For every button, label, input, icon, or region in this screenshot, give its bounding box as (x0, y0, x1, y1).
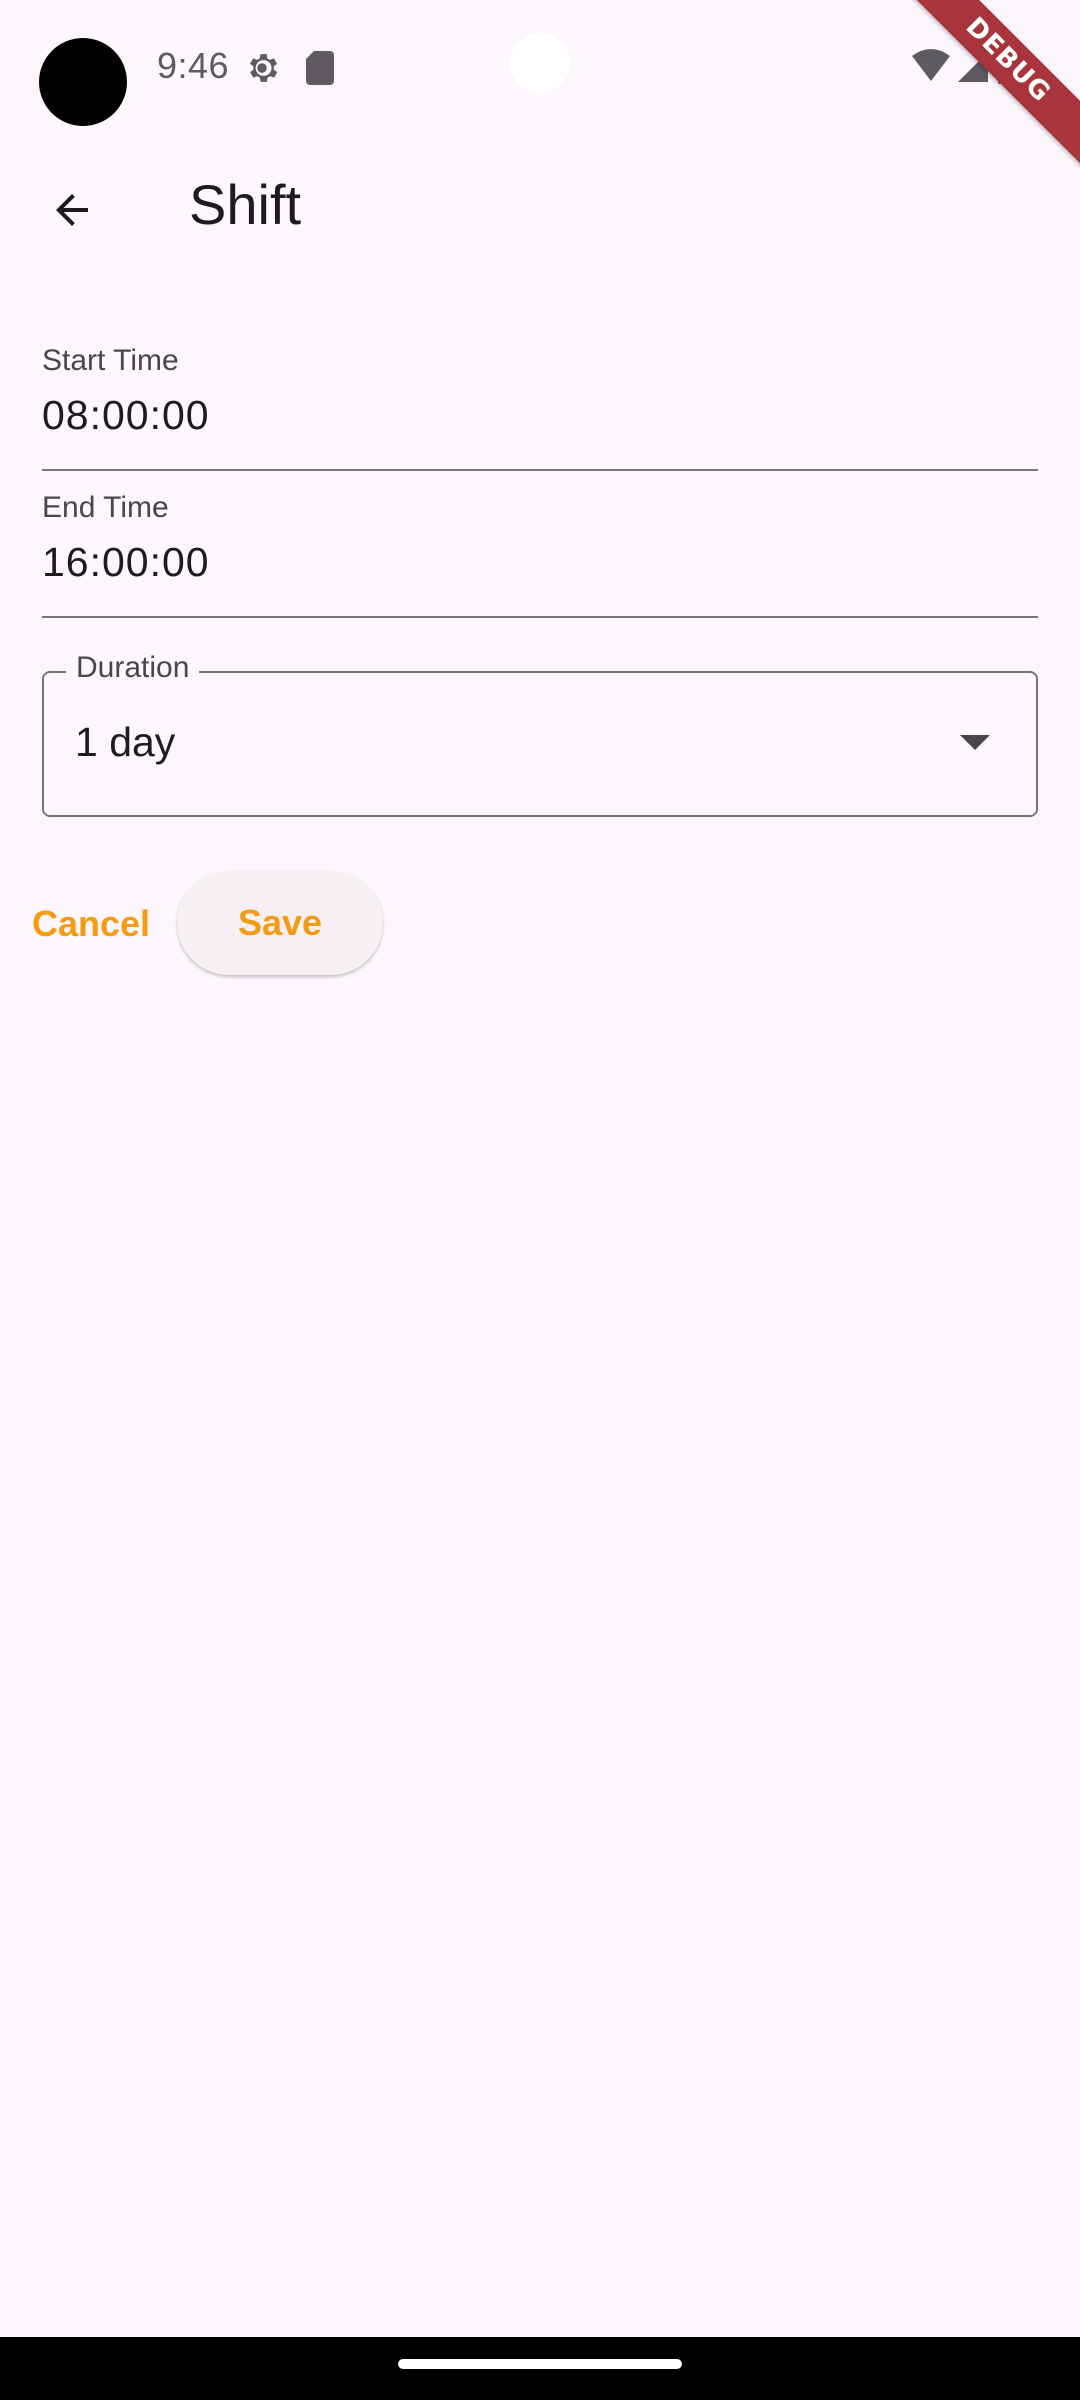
app-bar: Shift (0, 135, 1080, 285)
wifi-icon (912, 49, 950, 81)
duration-label: Duration (66, 651, 200, 685)
end-time-value[interactable]: 16:00:00 (42, 539, 210, 586)
sd-card-icon (306, 51, 334, 85)
front-camera (510, 33, 570, 93)
arrow-back-icon (56, 194, 88, 226)
cancel-button[interactable]: Cancel (14, 872, 168, 976)
dropdown-arrow-icon (960, 735, 990, 750)
home-indicator[interactable] (398, 2359, 682, 2369)
camera-cutout (39, 38, 127, 126)
back-button[interactable] (30, 168, 114, 252)
start-time-label: Start Time (42, 344, 179, 377)
navigation-bar (0, 2337, 1080, 2400)
duration-selected-value: 1 day (75, 719, 176, 765)
duration-dropdown[interactable]: Duration 1 day (42, 651, 1038, 817)
status-time: 9:46 (157, 45, 230, 86)
end-time-field[interactable]: End Time 16:00:00 (42, 487, 1038, 621)
start-time-field[interactable]: Start Time 08:00:00 (42, 340, 1038, 474)
status-bar: 9:46 (0, 0, 1080, 135)
page-title: Shift (189, 173, 302, 236)
gear-icon (249, 54, 278, 82)
end-time-underline (42, 616, 1038, 618)
start-time-value[interactable]: 08:00:00 (42, 392, 210, 439)
end-time-label: End Time (42, 491, 169, 524)
save-button[interactable]: Save (177, 871, 383, 975)
start-time-underline (42, 469, 1038, 471)
